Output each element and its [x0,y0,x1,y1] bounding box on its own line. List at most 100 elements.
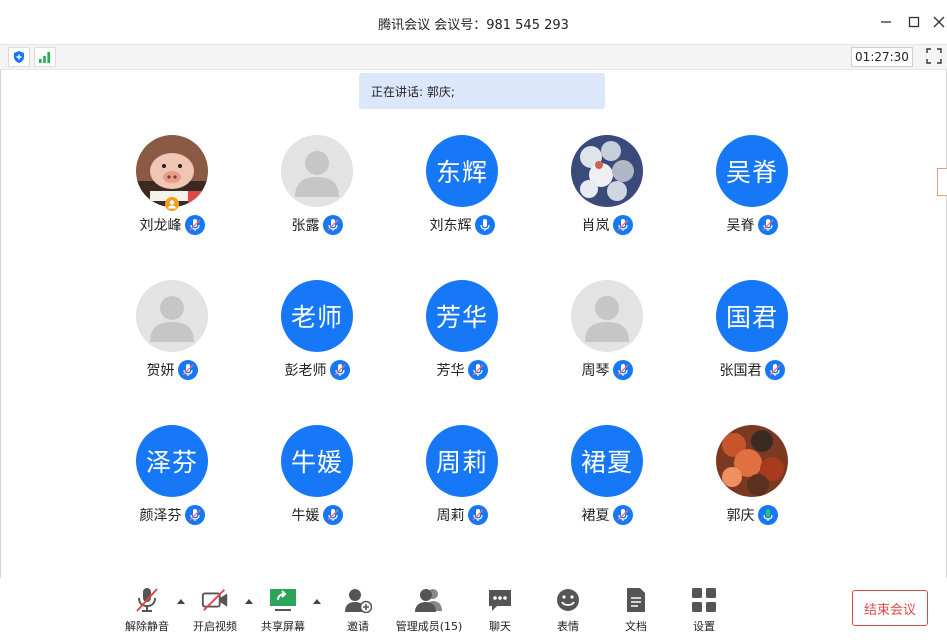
participant-tile[interactable]: 周莉 周莉 [407,425,517,545]
manage-members-label: 管理成员(15) [395,620,463,633]
participant-name: 刘东辉 [429,218,472,234]
participant-tile[interactable]: 郭庆 [697,425,807,545]
participant-name: 吴脊 [726,218,755,234]
participant-tile[interactable]: 牛媛 牛媛 [262,425,372,545]
meeting-toolbar: 解除静音 开启视频 共享屏幕 邀请 管理成员(15) 聊天 表情 文档 设置 [0,578,947,644]
participant-name: 贺妍 [146,363,175,379]
mic-muted-icon [322,215,343,235]
maximize-button[interactable] [904,12,924,32]
participant-tile[interactable]: 周琴 [552,280,662,400]
minimize-button[interactable] [876,12,896,32]
fullscreen-button[interactable] [926,48,944,66]
mic-muted-icon [467,505,488,525]
participant-name: 周莉 [436,508,465,524]
avatar: 牛媛 [281,425,353,497]
participant-name: 颜泽芬 [139,508,182,524]
participant-tile[interactable]: 吴脊 吴脊 [697,135,807,255]
participant-name: 牛媛 [291,508,320,524]
mic-muted-icon [184,505,205,525]
participant-tile[interactable]: 刘龙峰 [117,135,227,255]
participant-tile[interactable]: 东辉 刘东辉 [407,135,517,255]
maximize-icon [908,16,920,28]
members-icon [415,589,442,612]
invite-label: 邀请 [347,620,369,633]
meeting-timer: 01:27:30 [851,47,913,67]
participant-tile[interactable]: 芳华 芳华 [407,280,517,400]
chat-button[interactable]: 聊天 [478,586,522,638]
participant-tile[interactable]: 国君 张国君 [697,280,807,400]
participant-name-row: 彭老师 [262,360,372,380]
docs-button[interactable]: 文档 [614,586,658,638]
participant-name-row: 贺妍 [117,360,227,380]
avatar [716,425,788,497]
mic-muted-icon [467,360,488,380]
minimize-icon [881,21,891,23]
video-off-icon [201,589,228,611]
start-video-label: 开启视频 [193,620,237,633]
participant-name: 张露 [291,218,320,234]
start-video-button[interactable]: 开启视频 [192,586,238,638]
participant-tile[interactable]: 裙夏 裙夏 [552,425,662,545]
participant-name-row: 牛媛 [262,505,372,525]
mic-muted-icon [757,215,778,235]
add-user-icon [345,589,372,613]
avatar: 吴脊 [716,135,788,207]
participant-tile[interactable]: 贺妍 [117,280,227,400]
audio-options-chevron-icon[interactable] [176,597,186,605]
end-meeting-button[interactable]: 结束会议 [852,590,928,626]
emoji-label: 表情 [557,620,579,633]
participant-tile[interactable]: 泽芬 颜泽芬 [117,425,227,545]
invite-button[interactable]: 邀请 [336,586,380,638]
network-button[interactable] [34,47,56,67]
share-screen-label: 共享屏幕 [261,620,305,633]
share-screen-button[interactable]: 共享屏幕 [260,586,306,638]
manage-members-button[interactable]: 管理成员(15) [394,586,464,638]
settings-button[interactable]: 设置 [682,586,726,638]
participant-name-row: 颜泽芬 [117,505,227,525]
participant-name-row: 周莉 [407,505,517,525]
video-options-chevron-icon[interactable] [244,597,254,605]
mic-muted-icon [136,588,158,612]
autumn-photo-icon [716,425,788,497]
mic-muted-icon [184,215,205,235]
grid-settings-icon [692,588,716,612]
participant-tile[interactable]: 老师 彭老师 [262,280,372,400]
mic-muted-icon [612,215,633,235]
fullscreen-icon [926,48,942,64]
avatar: 东辉 [426,135,498,207]
share-options-chevron-icon[interactable] [312,597,322,605]
avatar: 老师 [281,280,353,352]
avatar [571,280,643,352]
close-button[interactable] [929,12,947,32]
default-user-icon [281,135,353,207]
smiley-icon [557,589,579,611]
participant-name-row: 吴脊 [697,215,807,235]
window-title: 腾讯会议 会议号：981 545 293 [378,18,569,33]
participant-name: 裙夏 [581,508,610,524]
participant-name-row: 张露 [262,215,372,235]
status-bar: 01:27:30 [0,44,947,70]
unmute-button[interactable]: 解除静音 [124,586,170,638]
mic-muted-icon [612,360,633,380]
avatar: 周莉 [426,425,498,497]
participant-name: 刘龙峰 [139,218,182,234]
participant-tile[interactable]: 肖岚 [552,135,662,255]
participant-tile[interactable]: 张露 [262,135,372,255]
share-screen-icon [270,589,296,611]
mic-muted-icon [612,505,633,525]
mic-speaking-icon [757,505,778,525]
signal-bars-icon [39,52,50,63]
participant-name: 芳华 [436,363,465,379]
avatar: 国君 [716,280,788,352]
balloons-photo-icon [571,135,643,207]
participant-name-row: 周琴 [552,360,662,380]
participant-name: 彭老师 [284,363,327,379]
chat-label: 聊天 [489,620,511,633]
side-panel-tab[interactable] [937,168,947,196]
mic-muted-icon [177,360,198,380]
speaking-banner: 正在讲话: 郭庆; [359,73,605,109]
mic-on-icon [474,215,495,235]
title-bar: 腾讯会议 会议号：981 545 293 [0,0,947,44]
security-button[interactable] [8,47,30,67]
emoji-button[interactable]: 表情 [546,586,590,638]
